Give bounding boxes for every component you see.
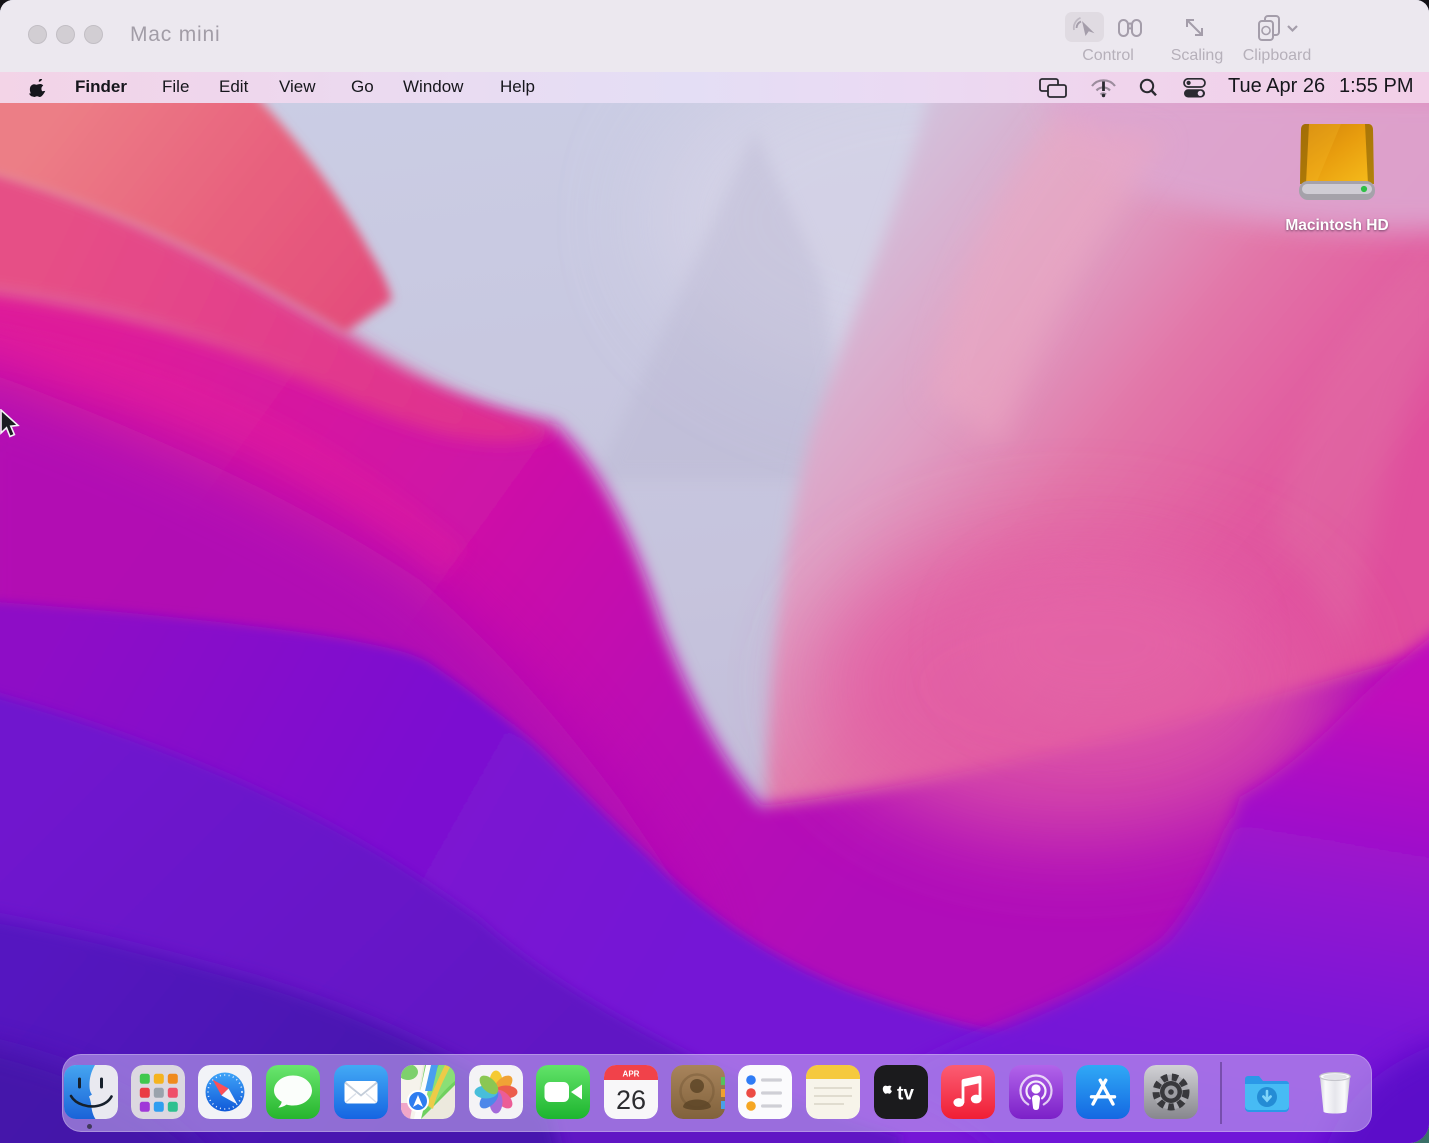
svg-text:26: 26 [616, 1085, 646, 1115]
svg-text:APR: APR [623, 1070, 640, 1079]
svg-text:tv: tv [897, 1084, 914, 1105]
